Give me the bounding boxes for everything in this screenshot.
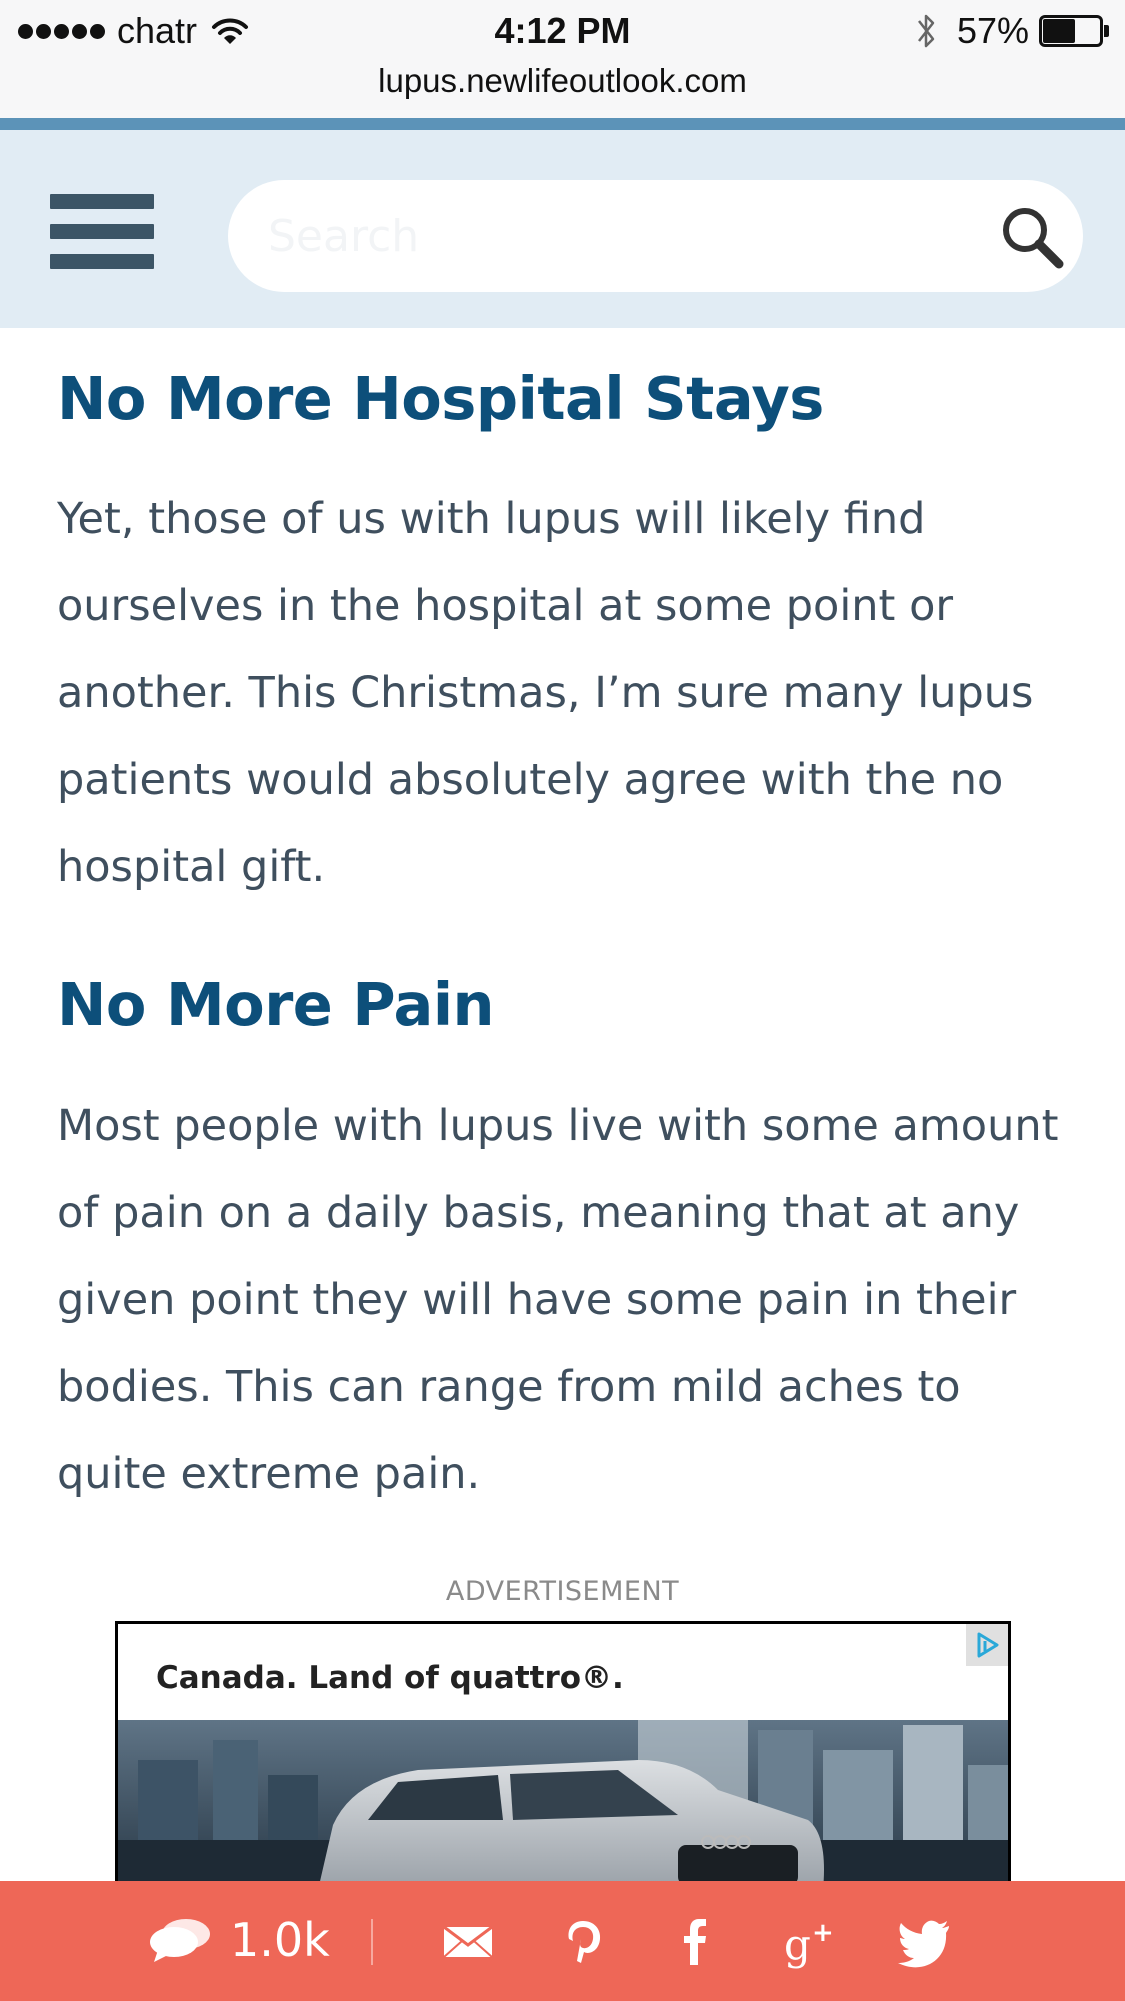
- email-icon[interactable]: [438, 1911, 498, 1971]
- comment-count: 1.0k: [230, 1913, 330, 1967]
- header-accent-line: [0, 118, 1125, 130]
- google-plus-icon[interactable]: g +: [780, 1911, 840, 1971]
- search-icon[interactable]: [995, 200, 1071, 276]
- section-body-hospital: Yet, those of us with lupus will likely …: [57, 494, 1034, 892]
- ad-label: ADVERTISEMENT: [445, 1576, 680, 1607]
- section-body-pain: Most people with lupus live with some am…: [57, 1101, 1059, 1499]
- site-header: [0, 130, 1125, 328]
- hamburger-menu-icon[interactable]: [50, 194, 154, 270]
- twitter-icon[interactable]: [895, 1911, 955, 1971]
- share-divider: [371, 1919, 373, 1965]
- search-box: [228, 180, 1083, 292]
- svg-text:+: +: [812, 1918, 834, 1948]
- bluetooth-icon: [917, 14, 935, 48]
- section-heading-hospital: No More Hospital Stays: [57, 364, 824, 433]
- battery-icon: [1039, 15, 1109, 47]
- pinterest-icon[interactable]: [553, 1911, 613, 1971]
- status-right: 57%: [915, 8, 1109, 54]
- search-input[interactable]: [268, 180, 988, 292]
- section-heading-pain: No More Pain: [57, 970, 495, 1039]
- facebook-icon[interactable]: [665, 1911, 725, 1971]
- battery-percent: 57%: [956, 10, 1029, 51]
- url-bar[interactable]: lupus.newlifeoutlook.com: [0, 58, 1125, 104]
- svg-text:g: g: [784, 1920, 811, 1969]
- adchoices-icon[interactable]: [966, 1624, 1008, 1666]
- comment-icon: [150, 1919, 210, 1962]
- ad-car-image[interactable]: [118, 1720, 1011, 1881]
- comments-button[interactable]: 1.0k: [148, 1907, 330, 1973]
- status-bar: chatr 4:12 PM 57% lupus.newlifeoutlook.c…: [0, 0, 1125, 118]
- share-bar: 1.0k g +: [0, 1881, 1125, 2001]
- ad-headline[interactable]: Canada. Land of quattro®.: [156, 1660, 624, 1696]
- ad-banner[interactable]: Canada. Land of quattro®.: [115, 1621, 1011, 1881]
- battery-fill: [1043, 19, 1075, 43]
